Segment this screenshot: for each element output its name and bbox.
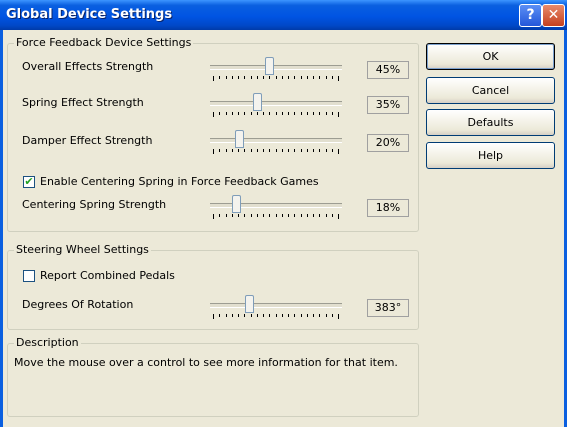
- defaults-button[interactable]: Defaults: [426, 109, 555, 136]
- slider-track: [210, 65, 342, 70]
- overall-effects-slider[interactable]: [210, 57, 342, 81]
- title-close-button[interactable]: ✕: [542, 4, 565, 27]
- slider-thumb[interactable]: [253, 93, 262, 111]
- window-title: Global Device Settings: [6, 7, 173, 22]
- force-feedback-legend: Force Feedback Device Settings: [14, 36, 194, 49]
- centering-spring-label: Centering Spring Strength: [22, 198, 167, 211]
- slider-ticks: [213, 149, 339, 154]
- combined-pedals-checkbox-label[interactable]: Report Combined Pedals: [40, 269, 175, 282]
- cancel-button[interactable]: Cancel: [426, 77, 555, 104]
- slider-ticks: [213, 76, 339, 81]
- centering-spring-checkbox-label[interactable]: Enable Centering Spring in Force Feedbac…: [40, 175, 319, 188]
- degrees-rotation-label: Degrees Of Rotation: [22, 298, 134, 311]
- slider-track: [210, 203, 342, 208]
- spring-effect-value: 35%: [367, 96, 409, 114]
- description-text: Move the mouse over a control to see mor…: [14, 356, 398, 369]
- slider-thumb[interactable]: [245, 295, 254, 313]
- degrees-rotation-value: 383°: [367, 299, 409, 317]
- slider-track: [210, 138, 342, 143]
- centering-spring-checkbox[interactable]: ✔: [23, 176, 35, 188]
- description-group: Description: [7, 336, 419, 417]
- centering-spring-value: 18%: [367, 199, 409, 217]
- combined-pedals-checkbox[interactable]: [23, 270, 35, 282]
- overall-effects-label: Overall Effects Strength: [22, 60, 154, 73]
- title-bar: Global Device Settings ? ✕: [0, 0, 567, 30]
- description-legend: Description: [14, 336, 81, 349]
- ok-button[interactable]: OK: [426, 43, 555, 70]
- overall-effects-value: 45%: [367, 61, 409, 79]
- damper-effect-value: 20%: [367, 134, 409, 152]
- title-help-button[interactable]: ?: [519, 4, 542, 27]
- damper-effect-slider[interactable]: [210, 130, 342, 154]
- help-button[interactable]: Help: [426, 142, 555, 169]
- degrees-rotation-slider[interactable]: [210, 295, 342, 323]
- steering-wheel-legend: Steering Wheel Settings: [14, 243, 151, 256]
- slider-thumb[interactable]: [232, 195, 241, 213]
- centering-spring-slider[interactable]: [210, 195, 342, 219]
- spring-effect-slider[interactable]: [210, 93, 342, 117]
- slider-track: [210, 101, 342, 106]
- slider-ticks: [213, 214, 339, 219]
- slider-thumb[interactable]: [235, 130, 244, 148]
- damper-effect-label: Damper Effect Strength: [22, 134, 153, 147]
- slider-ticks: [213, 112, 339, 117]
- spring-effect-label: Spring Effect Strength: [22, 96, 144, 109]
- slider-thumb[interactable]: [265, 57, 274, 75]
- slider-track: [210, 303, 342, 308]
- slider-ticks: [213, 314, 339, 319]
